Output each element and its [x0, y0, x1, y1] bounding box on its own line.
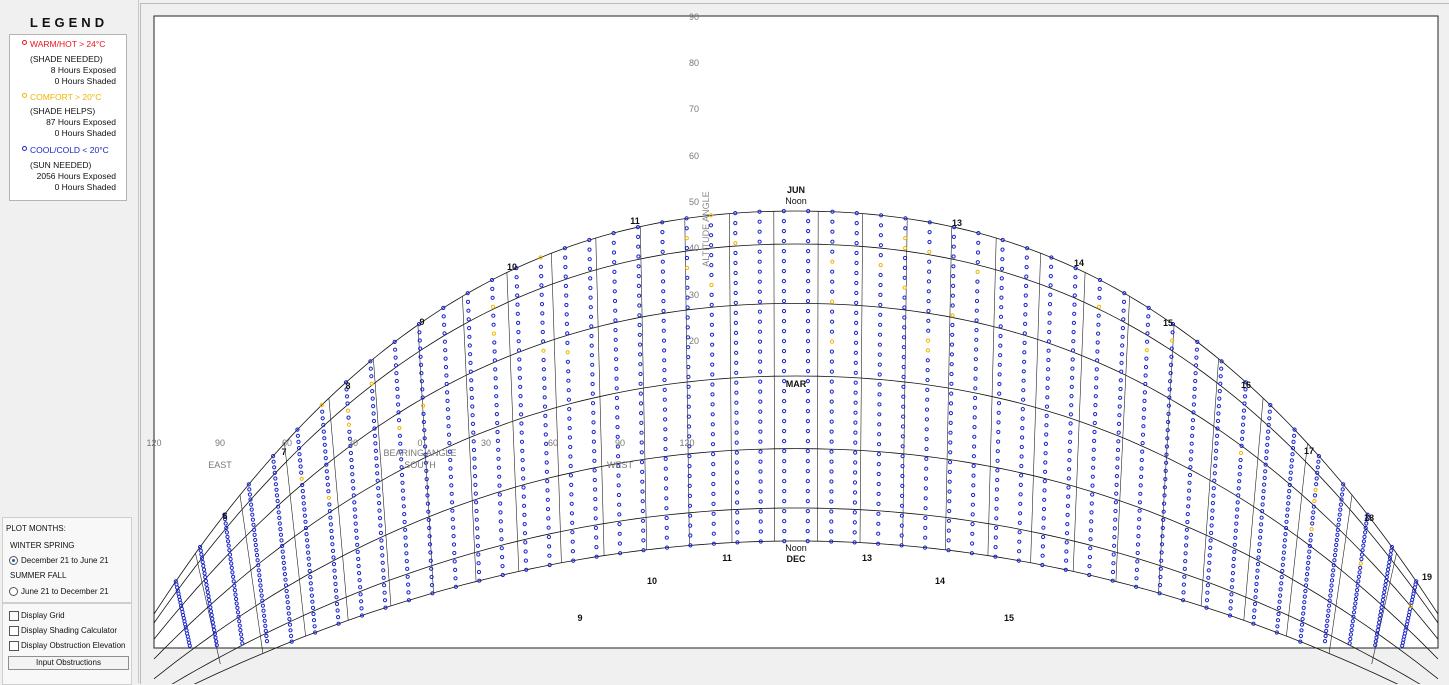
hour-label-upper-10: 10 — [507, 262, 517, 272]
altitude-tick-70: 70 — [689, 104, 699, 114]
hour-label-lower-9: 9 — [577, 613, 582, 623]
altitude-tick-30: 30 — [689, 290, 699, 300]
bearing-tick-8: 120 — [679, 438, 694, 448]
sun-path-chart: 20 30 40 50 60 70 80 90 ALTITUDE ANGLE 120 90 60 30 0… — [146, 12, 1439, 684]
month-label-dec: DEC — [786, 554, 806, 564]
hour-label-lower-10: 10 — [647, 576, 657, 586]
hour-label-upper-6: 6 — [222, 511, 227, 521]
hour-label-upper-16: 16 — [1241, 380, 1251, 390]
hour-label-upper-8: 8 — [345, 381, 350, 391]
comfort-dot-icon — [22, 93, 27, 98]
legend-hot-exposed: 8 Hours Exposed — [50, 65, 116, 75]
legend-title: LEGEND — [29, 15, 109, 30]
month-label-jun: JUN — [787, 185, 805, 195]
display-grid-label[interactable]: Display Grid — [21, 611, 65, 620]
month-label-mar: MAR — [786, 379, 807, 389]
altitude-tick-80: 80 — [689, 58, 699, 68]
bearing-tick-1: 90 — [215, 438, 225, 448]
legend-cold-exposed: 2056 Hours Exposed — [36, 171, 116, 181]
legend-comfort-shaded: 0 Hours Shaded — [54, 128, 116, 138]
display-obstruction-checkbox[interactable] — [9, 641, 19, 651]
altitude-tick-40: 40 — [689, 243, 699, 253]
display-options-panel: Display Grid Display Shading Calculator … — [2, 603, 132, 685]
plot-months-title: PLOT MONTHS: — [6, 524, 66, 533]
hour-label-upper-15: 15 — [1163, 318, 1173, 328]
altitude-tick-50: 50 — [689, 197, 699, 207]
hour-label-lower-14: 14 — [935, 576, 945, 586]
hour-label-upper-19: 19 — [1422, 572, 1432, 582]
hour-label-upper-11: 11 — [630, 216, 640, 226]
display-shading-checkbox[interactable] — [9, 626, 19, 636]
altitude-tick-60: 60 — [689, 151, 699, 161]
altitude-tick-20: 20 — [689, 336, 699, 346]
chart-frame: 20 30 40 50 60 70 80 90 ALTITUDE ANGLE 120 90 60 30 0… — [140, 3, 1449, 684]
winter-spring-radio[interactable] — [9, 556, 18, 565]
direction-west: WEST — [607, 460, 634, 470]
bearing-tick-4: 0 — [417, 438, 422, 448]
hour-label-upper-7: 7 — [281, 447, 286, 457]
hour-label-upper-9: 9 — [419, 317, 424, 327]
bearing-tick-5: 30 — [481, 438, 491, 448]
direction-south: SOUTH — [404, 460, 436, 470]
winter-spring-option[interactable]: December 21 to June 21 — [21, 556, 109, 565]
bearing-tick-7: 90 — [615, 438, 625, 448]
plot-months-panel: PLOT MONTHS: WINTER SPRING December 21 t… — [2, 517, 132, 603]
summer-fall-radio[interactable] — [9, 587, 18, 596]
legend-cold-label: COOL/COLD < 20°C — [30, 145, 109, 155]
legend-comfort-sub: (SHADE HELPS) — [30, 106, 96, 116]
input-obstructions-button[interactable]: Input Obstructions — [8, 656, 129, 670]
bearing-tick-3: 30 — [348, 438, 358, 448]
bearing-axis-label: BEARING ANGLE — [383, 448, 456, 458]
display-shading-label[interactable]: Display Shading Calculator — [21, 626, 117, 635]
legend-box: WARM/HOT > 24°C (SHADE NEEDED) 8 Hours E… — [9, 34, 127, 201]
hour-label-upper-14: 14 — [1074, 258, 1084, 268]
summer-fall-option[interactable]: June 21 to December 21 — [21, 587, 109, 596]
noon-label-jun: Noon — [785, 196, 807, 206]
altitude-tick-90: 90 — [689, 12, 699, 22]
legend-comfort-exposed: 87 Hours Exposed — [46, 117, 116, 127]
hot-dot-icon — [22, 40, 27, 45]
legend-hot-label: WARM/HOT > 24°C — [30, 39, 106, 49]
display-obstruction-label[interactable]: Display Obstruction Elevation — [21, 641, 126, 650]
legend-cold-sub: (SUN NEEDED) — [30, 160, 92, 170]
legend-cold-shaded: 0 Hours Shaded — [54, 182, 116, 192]
hour-label-lower-13: 13 — [862, 553, 872, 563]
hour-label-upper-13: 13 — [952, 218, 962, 228]
bearing-tick-6: 60 — [548, 438, 558, 448]
hour-label-lower-15: 15 — [1004, 613, 1014, 623]
hour-label-upper-17: 17 — [1304, 446, 1314, 456]
display-grid-checkbox[interactable] — [9, 611, 19, 621]
altitude-axis-label: ALTITUDE ANGLE — [701, 191, 711, 266]
legend-hot-shaded: 0 Hours Shaded — [54, 76, 116, 86]
noon-label-dec: Noon — [785, 543, 807, 553]
legend-hot-sub: (SHADE NEEDED) — [30, 54, 103, 64]
hour-label-upper-18: 18 — [1364, 513, 1374, 523]
summer-fall-label: SUMMER FALL — [10, 571, 67, 580]
legend-comfort-label: COMFORT > 20°C — [30, 92, 102, 102]
cold-dot-icon — [22, 146, 27, 151]
bearing-tick-0: 120 — [146, 438, 161, 448]
winter-spring-label: WINTER SPRING — [10, 541, 75, 550]
left-panel: LEGEND WARM/HOT > 24°C (SHADE NEEDED) 8 … — [0, 0, 139, 685]
direction-east: EAST — [208, 460, 232, 470]
hour-label-lower-11: 11 — [722, 553, 732, 563]
